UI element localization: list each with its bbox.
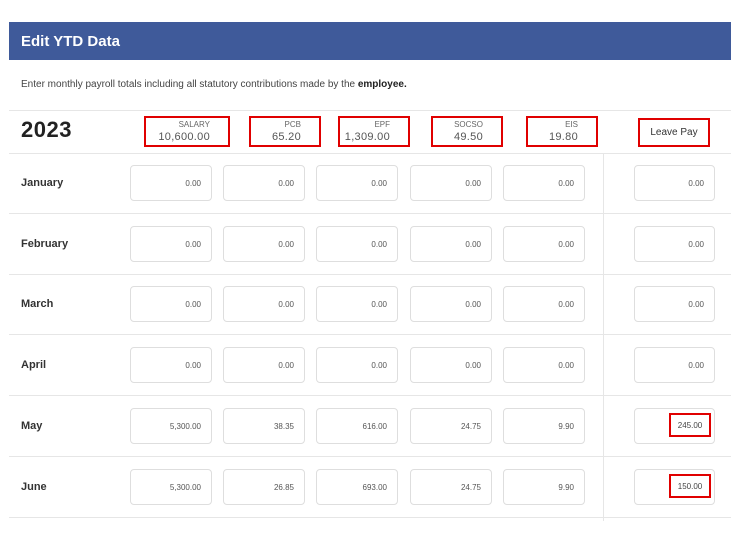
leave-pay-input-may[interactable]: 245.00 [669, 413, 711, 437]
salary-total: SALARY 10,600.00 [144, 116, 230, 147]
month-label-january: January [21, 177, 64, 189]
socso-input-february[interactable]: 0.00 [410, 226, 492, 262]
month-label-april: April [21, 359, 47, 371]
epf-input-april[interactable]: 0.00 [316, 347, 398, 383]
epf-input-june[interactable]: 693.00 [316, 469, 398, 505]
divider [9, 334, 731, 335]
socso-total: SOCSO 49.50 [431, 116, 503, 147]
salary-input-april[interactable]: 0.00 [130, 347, 212, 383]
salary-input-june[interactable]: 5,300.00 [130, 469, 212, 505]
pcb-input-january[interactable]: 0.00 [223, 165, 305, 201]
leave-pay-input-february[interactable]: 0.00 [634, 226, 715, 262]
salary-input-may[interactable]: 5,300.00 [130, 408, 212, 444]
eis-total: EIS 19.80 [526, 116, 598, 147]
month-label-may: May [21, 420, 43, 432]
divider [9, 153, 731, 154]
socso-input-may[interactable]: 24.75 [410, 408, 492, 444]
month-label-february: February [21, 238, 69, 250]
epf-input-may[interactable]: 616.00 [316, 408, 398, 444]
epf-input-march[interactable]: 0.00 [316, 286, 398, 322]
eis-input-february[interactable]: 0.00 [503, 226, 585, 262]
divider [9, 517, 731, 518]
epf-input-january[interactable]: 0.00 [316, 165, 398, 201]
pcb-input-february[interactable]: 0.00 [223, 226, 305, 262]
pcb-total: PCB 65.20 [249, 116, 321, 147]
divider [9, 213, 731, 214]
epf-input-february[interactable]: 0.00 [316, 226, 398, 262]
socso-input-march[interactable]: 0.00 [410, 286, 492, 322]
leave-pay-input-june[interactable]: 150.00 [669, 474, 711, 498]
leave-pay-header: Leave Pay [638, 118, 710, 147]
socso-input-april[interactable]: 0.00 [410, 347, 492, 383]
leave-pay-input-january[interactable]: 0.00 [634, 165, 715, 201]
divider [9, 395, 731, 396]
epf-total: EPF 1,309.00 [338, 116, 410, 147]
month-label-june: June [21, 481, 47, 493]
divider [9, 456, 731, 457]
pcb-input-march[interactable]: 0.00 [223, 286, 305, 322]
divider [9, 110, 731, 111]
year-label: 2023 [21, 117, 72, 142]
eis-input-june[interactable]: 9.90 [503, 469, 585, 505]
dialog-header: Edit YTD Data [9, 22, 731, 60]
divider [9, 274, 731, 275]
instructions-text: Enter monthly payroll totals including a… [21, 79, 407, 90]
socso-input-january[interactable]: 0.00 [410, 165, 492, 201]
month-label-march: March [21, 298, 54, 310]
salary-input-march[interactable]: 0.00 [130, 286, 212, 322]
column-divider [603, 153, 604, 521]
eis-input-january[interactable]: 0.00 [503, 165, 585, 201]
salary-input-january[interactable]: 0.00 [130, 165, 212, 201]
leave-pay-input-april[interactable]: 0.00 [634, 347, 715, 383]
eis-input-may[interactable]: 9.90 [503, 408, 585, 444]
dialog-title: Edit YTD Data [21, 32, 120, 50]
eis-input-march[interactable]: 0.00 [503, 286, 585, 322]
eis-input-april[interactable]: 0.00 [503, 347, 585, 383]
pcb-input-june[interactable]: 26.85 [223, 469, 305, 505]
socso-input-june[interactable]: 24.75 [410, 469, 492, 505]
pcb-input-april[interactable]: 0.00 [223, 347, 305, 383]
salary-input-february[interactable]: 0.00 [130, 226, 212, 262]
pcb-input-may[interactable]: 38.35 [223, 408, 305, 444]
leave-pay-input-march[interactable]: 0.00 [634, 286, 715, 322]
